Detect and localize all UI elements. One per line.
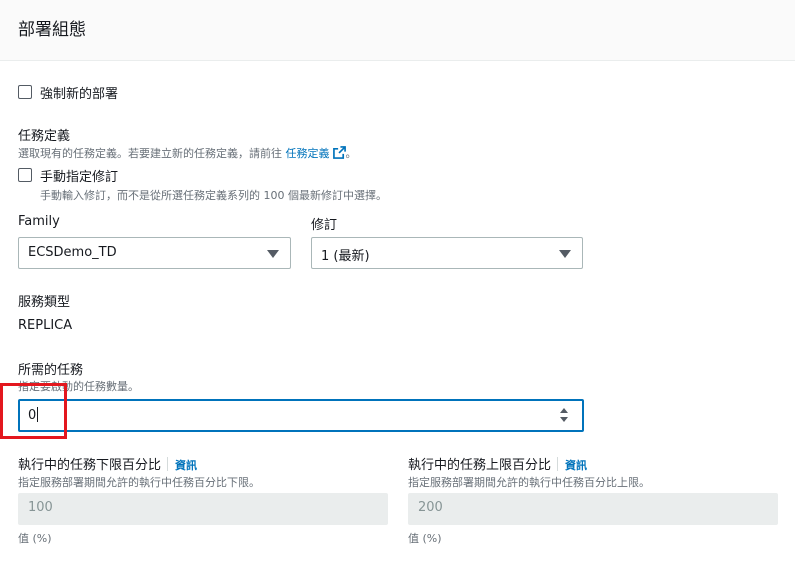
- highlight-annotation-box: [0, 383, 67, 439]
- panel-header: 部署組態: [0, 0, 795, 61]
- max-percent-label: 執行中的任務上限百分比: [408, 458, 552, 473]
- max-percent-input: 200: [408, 493, 778, 525]
- min-healthy-input: 100: [18, 493, 388, 525]
- min-healthy-description: 指定服務部署期間允許的執行中任務百分比下限。: [18, 476, 260, 489]
- desired-tasks-label: 所需的任務: [18, 363, 84, 378]
- info-separator: [557, 457, 559, 471]
- family-label: Family: [18, 214, 60, 229]
- manual-revision-checkbox[interactable]: [18, 168, 32, 182]
- spinner-up-icon[interactable]: [560, 408, 568, 413]
- revision-select-value: 1 (最新): [321, 249, 370, 264]
- min-healthy-info-link[interactable]: 資訊: [175, 459, 197, 472]
- manual-revision-description: 手動輸入修訂，而不是從所選任務定義系列的 100 個最新修訂中選擇。: [40, 189, 387, 202]
- revision-label: 修訂: [311, 218, 338, 233]
- family-select-value: ECSDemo_TD: [28, 245, 117, 260]
- min-healthy-label-row: 執行中的任務下限百分比 資訊: [18, 454, 197, 473]
- panel-title: 部署組態: [18, 20, 86, 40]
- max-percent-value: 200: [418, 500, 443, 515]
- force-deploy-label: 強制新的部署: [40, 87, 119, 102]
- task-definition-description: 選取現有的任務定義。若要建立新的任務定義，請前往 任務定義 。: [18, 145, 357, 161]
- max-percent-unit-label: 值 (%): [408, 532, 442, 545]
- task-definition-desc-suffix: 。: [345, 147, 357, 160]
- external-link-icon[interactable]: [332, 146, 346, 159]
- min-healthy-unit-label: 值 (%): [18, 532, 52, 545]
- family-select[interactable]: ECSDemo_TD: [18, 237, 291, 269]
- revision-select[interactable]: 1 (最新): [311, 237, 583, 269]
- spinner-arrows-icon[interactable]: [560, 407, 570, 425]
- task-definition-link[interactable]: 任務定義: [286, 147, 330, 160]
- manual-revision-label: 手動指定修訂: [40, 170, 119, 185]
- min-healthy-label: 執行中的任務下限百分比: [18, 458, 162, 473]
- max-percent-label-row: 執行中的任務上限百分比 資訊: [408, 454, 587, 473]
- spinner-down-icon[interactable]: [560, 417, 568, 422]
- task-definition-desc-prefix: 選取現有的任務定義。若要建立新的任務定義，請前往: [18, 147, 282, 160]
- caret-down-icon: [267, 250, 279, 258]
- info-separator: [167, 457, 169, 471]
- max-percent-description: 指定服務部署期間允許的執行中任務百分比上限。: [408, 476, 650, 489]
- task-definition-label: 任務定義: [18, 129, 71, 144]
- force-deploy-checkbox[interactable]: [18, 85, 32, 99]
- min-healthy-value: 100: [28, 500, 53, 515]
- service-type-label: 服務類型: [18, 295, 71, 310]
- max-percent-info-link[interactable]: 資訊: [565, 459, 587, 472]
- caret-down-icon: [559, 250, 571, 258]
- service-type-value: REPLICA: [18, 318, 73, 333]
- desired-tasks-input[interactable]: 0: [18, 399, 584, 432]
